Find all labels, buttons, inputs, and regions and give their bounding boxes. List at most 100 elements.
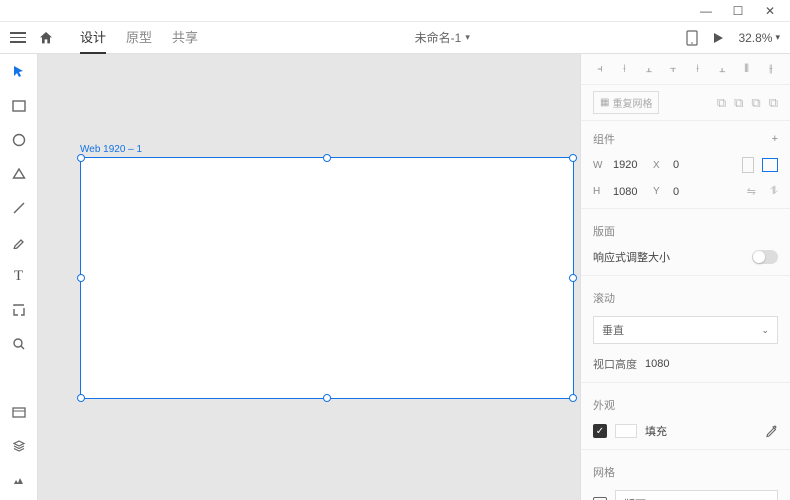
scroll-section-title: 滚动: [581, 280, 790, 310]
window-titlebar: — ☐ ✕: [0, 0, 790, 22]
line-tool[interactable]: [9, 198, 29, 218]
flip-h-icon[interactable]: ⇋: [747, 185, 756, 198]
fill-label: 填充: [645, 423, 667, 439]
height-label: H: [593, 186, 605, 197]
align-center-v-icon[interactable]: ⟊: [691, 62, 705, 76]
add-component-icon[interactable]: +: [772, 133, 778, 145]
resize-handle[interactable]: [569, 274, 577, 282]
plugins-panel-icon[interactable]: [9, 470, 29, 490]
repeat-grid-label: 重复网格: [612, 95, 652, 110]
boolean-subtract-icon[interactable]: ⧉: [734, 95, 743, 111]
scroll-label: 滚动: [593, 290, 615, 306]
distribute-v-icon[interactable]: ⫲: [764, 62, 778, 76]
document-name-label: 未命名-1: [415, 29, 462, 46]
chevron-down-icon: ▾: [465, 32, 470, 43]
tab-design[interactable]: 设计: [80, 21, 106, 54]
responsive-resize-label: 响应式调整大小: [593, 249, 670, 265]
viewport-height-value[interactable]: 1080: [645, 358, 669, 370]
artboard[interactable]: [80, 157, 574, 399]
orientation-portrait-icon[interactable]: [742, 157, 754, 173]
chevron-down-icon: ▾: [775, 32, 780, 43]
grid-type-select[interactable]: 版面 ⌄: [615, 490, 778, 500]
responsive-toggle[interactable]: [752, 250, 778, 264]
pen-tool[interactable]: [9, 232, 29, 252]
polygon-tool[interactable]: [9, 164, 29, 184]
width-label: W: [593, 160, 605, 171]
y-value[interactable]: 0: [673, 186, 705, 198]
dimension-row-2: H 1080 Y 0 ⇋ ⥮: [581, 179, 790, 204]
align-row: ⫞ ⟊ ⫠ ⫟ ⟊ ⫠ ⫴ ⫲: [581, 54, 790, 85]
fill-color-swatch[interactable]: [615, 424, 637, 438]
resize-handle[interactable]: [323, 154, 331, 162]
home-icon[interactable]: [38, 30, 54, 46]
repeat-grid-row: ▦ 重复网格 ⧉ ⧉ ⧉ ⧉: [581, 85, 790, 121]
device-preview-icon[interactable]: [686, 30, 698, 46]
play-preview-icon[interactable]: [712, 32, 724, 44]
y-label: Y: [653, 186, 665, 197]
select-tool[interactable]: [9, 62, 29, 82]
orientation-landscape-icon[interactable]: [762, 158, 778, 172]
scroll-direction-value: 垂直: [602, 322, 624, 338]
canvas-area[interactable]: Web 1920 – 1: [38, 54, 580, 500]
text-tool[interactable]: T: [9, 266, 29, 286]
artboard-tool[interactable]: [9, 300, 29, 320]
boolean-add-icon[interactable]: ⧉: [717, 95, 726, 111]
width-value[interactable]: 1920: [613, 159, 645, 171]
resize-handle[interactable]: [77, 154, 85, 162]
grid-section-title: 网格: [581, 454, 790, 484]
boolean-exclude-icon[interactable]: ⧉: [769, 95, 778, 111]
components-label: 组件: [593, 131, 615, 147]
fill-checkbox[interactable]: ✓: [593, 424, 607, 438]
components-section-title: 组件 +: [581, 121, 790, 151]
scroll-direction-select[interactable]: 垂直 ⌄: [593, 316, 778, 344]
resize-handle[interactable]: [323, 394, 331, 402]
resize-handle[interactable]: [569, 154, 577, 162]
resize-handle[interactable]: [569, 394, 577, 402]
artboard-label[interactable]: Web 1920 – 1: [80, 144, 142, 155]
layers-panel-icon[interactable]: [9, 436, 29, 456]
align-center-h-icon[interactable]: ⟊: [617, 62, 631, 76]
layout-section-title: 版面: [581, 213, 790, 243]
align-right-icon[interactable]: ⫠: [642, 62, 656, 76]
zoom-value: 32.8%: [738, 31, 772, 45]
eyedropper-icon[interactable]: [764, 424, 778, 438]
tab-share[interactable]: 共享: [172, 21, 198, 54]
x-label: X: [653, 160, 665, 171]
assets-panel-icon[interactable]: [9, 402, 29, 422]
document-name[interactable]: 未命名-1 ▾: [206, 29, 678, 46]
properties-panel: ⫞ ⟊ ⫠ ⫟ ⟊ ⫠ ⫴ ⫲ ▦ 重复网格 ⧉ ⧉ ⧉ ⧉ 组件 + W 19…: [580, 54, 790, 500]
resize-handle[interactable]: [77, 394, 85, 402]
ellipse-tool[interactable]: [9, 130, 29, 150]
window-close-button[interactable]: ✕: [754, 1, 786, 21]
grid-row: 版面 ⌄: [581, 484, 790, 500]
fill-row: ✓ 填充: [581, 417, 790, 445]
layout-label: 版面: [593, 223, 615, 239]
flip-v-icon[interactable]: ⥮: [770, 185, 778, 198]
tab-prototype[interactable]: 原型: [126, 21, 152, 54]
viewport-row: 视口高度 1080: [581, 350, 790, 378]
x-value[interactable]: 0: [673, 159, 705, 171]
grid-type-value: 版面: [624, 496, 646, 500]
menu-icon[interactable]: [10, 32, 30, 43]
height-value[interactable]: 1080: [613, 186, 645, 198]
window-minimize-button[interactable]: —: [690, 1, 722, 21]
chevron-down-icon: ⌄: [761, 325, 769, 336]
app-topbar: 设计 原型 共享 未命名-1 ▾ 32.8% ▾: [0, 22, 790, 54]
grid-icon: ▦: [600, 97, 609, 108]
scroll-select-row: 垂直 ⌄: [581, 310, 790, 350]
distribute-h-icon[interactable]: ⫴: [740, 62, 754, 76]
align-bottom-icon[interactable]: ⫠: [715, 62, 729, 76]
tool-sidebar: T: [0, 54, 38, 500]
window-maximize-button[interactable]: ☐: [722, 1, 754, 21]
appearance-section-title: 外观: [581, 387, 790, 417]
align-top-icon[interactable]: ⫟: [666, 62, 680, 76]
zoom-tool[interactable]: [9, 334, 29, 354]
rectangle-tool[interactable]: [9, 96, 29, 116]
zoom-control[interactable]: 32.8% ▾: [738, 31, 780, 45]
align-left-icon[interactable]: ⫞: [593, 62, 607, 76]
boolean-intersect-icon[interactable]: ⧉: [751, 95, 760, 111]
responsive-row: 响应式调整大小: [581, 243, 790, 271]
resize-handle[interactable]: [77, 274, 85, 282]
grid-label: 网格: [593, 464, 615, 480]
repeat-grid-button[interactable]: ▦ 重复网格: [593, 91, 659, 114]
